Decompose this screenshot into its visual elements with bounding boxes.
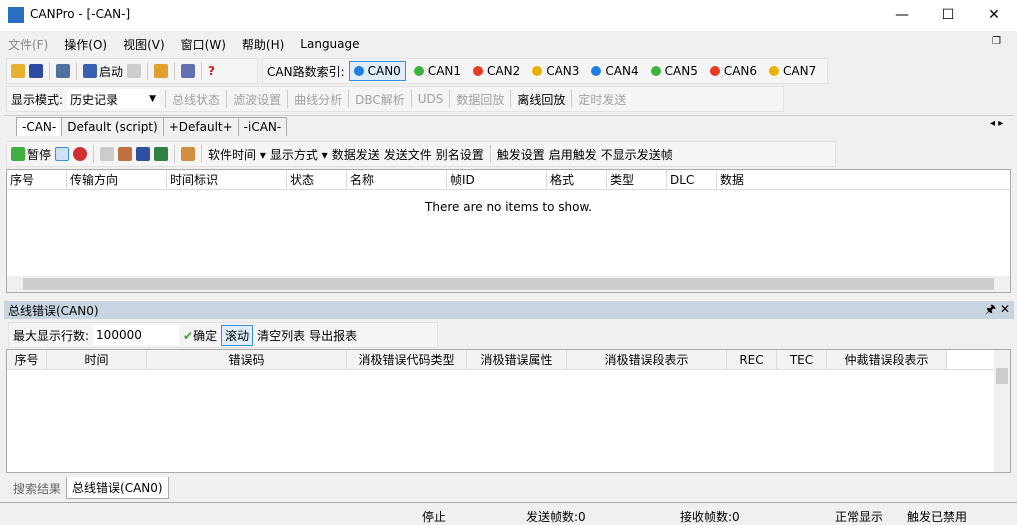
status-sent-frames: 发送帧数:0 <box>526 510 586 524</box>
tab-bus-error[interactable]: 总线错误(CAN0) <box>66 477 169 499</box>
timed-send-button[interactable]: 定时发送 <box>578 91 626 108</box>
pause-button[interactable]: 暂停 <box>11 146 51 163</box>
empty-message: There are no items to show. <box>425 200 592 214</box>
start-icon <box>83 64 97 78</box>
pin-icon[interactable]: 🖈 <box>985 302 996 316</box>
vertical-scrollbar[interactable] <box>994 350 1010 472</box>
bus-status-button[interactable]: 总线状态 <box>172 91 220 108</box>
menu-bar: 文件(F) 操作(O) 视图(V) 窗口(W) 帮助(H) Language ❐ <box>0 33 1017 55</box>
copy-icon[interactable] <box>100 147 115 161</box>
menu-help[interactable]: 帮助(H) <box>234 36 292 53</box>
scroll-button[interactable]: 滚动 <box>221 324 254 346</box>
frame-table: 序号 传输方向 时间标识 状态 名称 帧ID 格式 类型 DLC 数据 Ther… <box>6 169 1011 293</box>
status-bar: 停止 发送帧数:0 接收帧数:0 正常显示 触发已禁用 <box>0 502 1017 525</box>
curve-analysis-button[interactable]: 曲线分析 <box>294 91 342 108</box>
data-replay-button[interactable]: 数据回放 <box>456 91 504 108</box>
display-style-dropdown[interactable]: 显示方式 ▾ <box>270 146 328 163</box>
can-toolbar: 暂停 软件时间 ▾ 显示方式 ▾ 数据发送 发送文件 别名设置 触发设置 启用触… <box>6 141 836 167</box>
tag-icon[interactable] <box>56 64 70 78</box>
book-icon[interactable] <box>181 64 196 78</box>
tab-ican[interactable]: -iCAN- <box>237 117 288 136</box>
menu-window[interactable]: 窗口(W) <box>173 36 234 53</box>
software-time-dropdown[interactable]: 软件时间 ▾ <box>208 146 266 163</box>
document-tabs: -CAN- Default (script) +Default+ -iCAN- <box>16 117 288 136</box>
alias-settings-button[interactable]: 别名设置 <box>436 146 484 163</box>
stop-icon[interactable] <box>127 64 142 78</box>
export-icon[interactable] <box>154 147 169 161</box>
tab-can[interactable]: -CAN- <box>16 117 63 136</box>
channel-can4[interactable]: CAN4 <box>587 62 642 80</box>
tab-default[interactable]: +Default+ <box>162 117 239 136</box>
channel-can3[interactable]: CAN3 <box>528 62 583 80</box>
error-panel-title: 总线错误(CAN0) <box>8 303 99 318</box>
send-file-button[interactable]: 发送文件 <box>384 146 432 163</box>
display-mode-select[interactable]: 历史记录 ▼ <box>67 89 160 109</box>
maximize-button[interactable]: ☐ <box>925 0 971 30</box>
can-channel-toolbar: CAN路数索引: CAN0 CAN1 CAN2 CAN3 CAN4 CAN5 C… <box>262 58 828 84</box>
channel-can0[interactable]: CAN0 <box>348 61 406 81</box>
find-icon[interactable] <box>118 147 133 161</box>
error-table-header: 序号 时间 错误码 消极错误代码类型 消极错误属性 消极错误段表示 REC TE… <box>7 350 995 370</box>
save-data-icon[interactable] <box>136 147 151 161</box>
window-title: CANPro - [-CAN-] <box>30 7 131 21</box>
confirm-button[interactable]: ✔确定 <box>183 327 217 344</box>
main-toolbar: 启动 ? <box>6 58 258 84</box>
start-button[interactable]: 启动 <box>83 63 123 80</box>
tab-scroll-icon[interactable]: ◂ ▸ <box>990 118 1003 129</box>
clear-list-button[interactable]: 清空列表 <box>257 327 305 344</box>
channel-can1[interactable]: CAN1 <box>410 62 465 80</box>
app-icon <box>8 7 24 23</box>
tab-default-script[interactable]: Default (script) <box>61 117 164 136</box>
menu-file[interactable]: 文件(F) <box>0 36 56 53</box>
wrench-icon[interactable] <box>154 64 169 78</box>
title-bar: CANPro - [-CAN-] — ☐ ✕ <box>0 0 1017 31</box>
tab-search-results[interactable]: 搜索结果 <box>8 478 66 499</box>
status-trigger: 触发已禁用 <box>907 510 968 524</box>
error-panel-header: 总线错误(CAN0) 🖈 ✕ <box>4 301 1014 319</box>
filter-settings-button[interactable]: 滤波设置 <box>233 91 281 108</box>
can-index-label: CAN路数索引: <box>267 64 345 79</box>
open-icon[interactable] <box>11 64 25 78</box>
display-toolbar: 显示模式: 历史记录 ▼ 总线状态 滤波设置 曲线分析 DBC解析 UDS 数据回… <box>6 86 784 112</box>
menu-view[interactable]: 视图(V) <box>115 36 173 53</box>
help-icon[interactable]: ? <box>208 64 215 78</box>
error-toolbar: 最大显示行数: 100000 ✔确定 滚动 清空列表 导出报表 <box>8 322 438 348</box>
channel-can5[interactable]: CAN5 <box>647 62 702 80</box>
menu-operate[interactable]: 操作(O) <box>56 36 115 53</box>
save-icon[interactable] <box>29 64 43 78</box>
auto-scroll-icon[interactable] <box>55 147 70 161</box>
trigger-settings-button[interactable]: 触发设置 <box>497 146 545 163</box>
max-rows-input[interactable]: 100000 <box>93 325 180 345</box>
chevron-down-icon: ▼ <box>149 94 157 104</box>
dbc-parse-button[interactable]: DBC解析 <box>355 91 405 108</box>
minimize-button[interactable]: — <box>879 0 925 30</box>
export-report-button[interactable]: 导出报表 <box>309 327 357 344</box>
panel-close-icon[interactable]: ✕ <box>1000 302 1010 316</box>
package-icon[interactable] <box>181 147 196 161</box>
enable-trigger-button[interactable]: 启用触发 <box>549 146 597 163</box>
horizontal-scrollbar[interactable] <box>7 276 1010 292</box>
channel-can6[interactable]: CAN6 <box>706 62 761 80</box>
status-received-frames: 接收帧数:0 <box>680 510 740 524</box>
error-table: 序号 时间 错误码 消极错误代码类型 消极错误属性 消极错误段表示 REC TE… <box>6 349 1011 473</box>
status-state: 停止 <box>422 510 447 524</box>
close-button[interactable]: ✕ <box>971 0 1017 30</box>
uds-button[interactable]: UDS <box>418 92 444 106</box>
restore-icon[interactable]: ❐ <box>984 36 1009 47</box>
bottom-tabs: 搜索结果 总线错误(CAN0) <box>8 477 169 499</box>
channel-can7[interactable]: CAN7 <box>765 62 820 80</box>
hide-sent-frames-button[interactable]: 不显示发送帧 <box>601 146 673 163</box>
send-data-button[interactable]: 数据发送 <box>332 146 380 163</box>
frame-table-header: 序号 传输方向 时间标识 状态 名称 帧ID 格式 类型 DLC 数据 <box>7 170 1010 190</box>
menu-language[interactable]: Language <box>292 37 367 51</box>
offline-replay-button[interactable]: 离线回放 <box>517 91 565 108</box>
record-icon[interactable] <box>73 147 88 161</box>
display-mode-label: 显示模式: <box>11 92 64 107</box>
status-display-mode: 正常显示 <box>835 510 884 524</box>
channel-can2[interactable]: CAN2 <box>469 62 524 80</box>
